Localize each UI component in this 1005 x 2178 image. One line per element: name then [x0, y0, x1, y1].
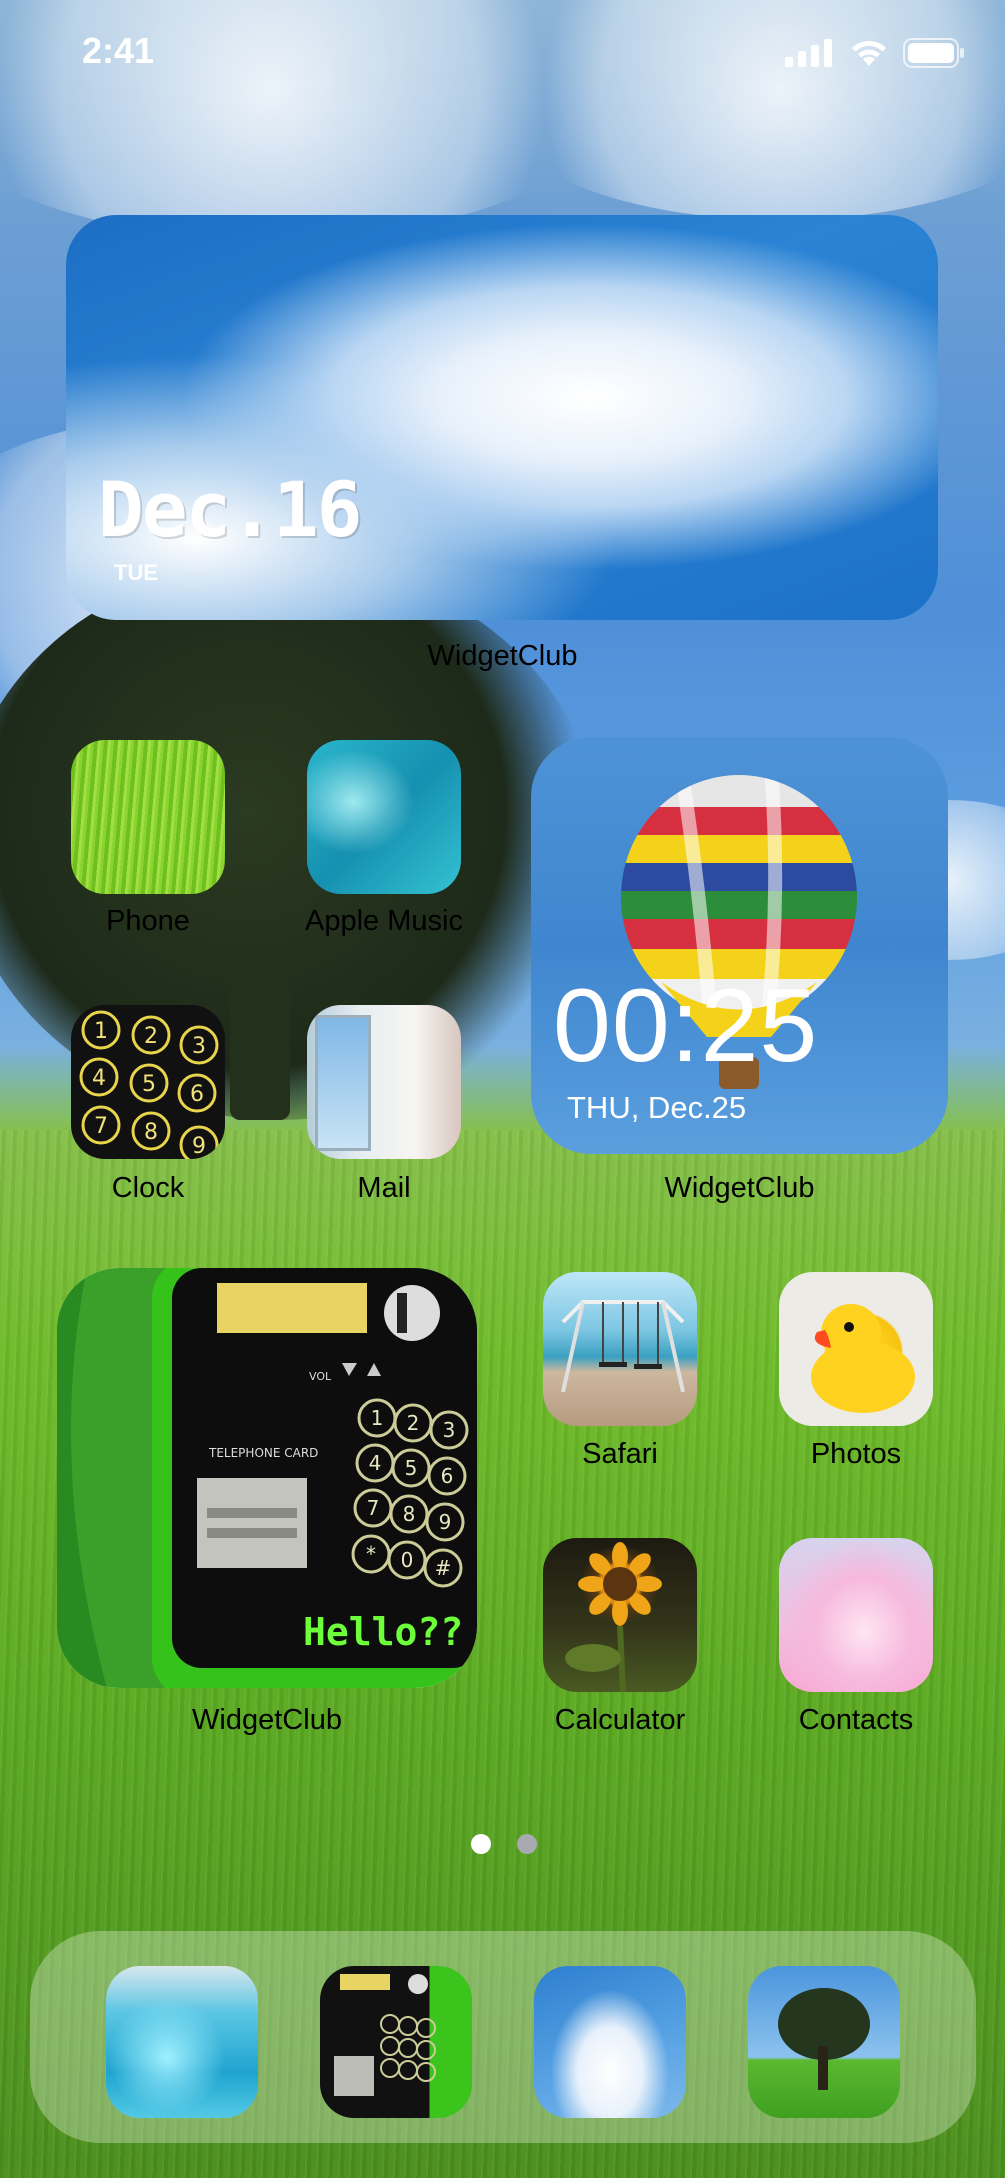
- svg-text:3: 3: [443, 1418, 456, 1442]
- dock-app-clouds[interactable]: [534, 1966, 686, 2118]
- app-contacts[interactable]: [779, 1538, 933, 1692]
- status-icons: [785, 38, 965, 68]
- svg-text:1: 1: [94, 1019, 108, 1044]
- wallpaper-tree-trunk: [230, 950, 290, 1120]
- payphone-card-text: TELEPHONE CARD: [209, 1446, 319, 1460]
- svg-text:6: 6: [441, 1464, 454, 1488]
- wifi-icon: [852, 40, 886, 66]
- home-screen: 2:41 Dec.16 TUE WidgetClub Phone Apple M…: [0, 0, 1005, 2178]
- svg-text:8: 8: [144, 1120, 158, 1145]
- app-apple-music[interactable]: [307, 740, 461, 894]
- payphone-keypad-icon: [334, 1974, 436, 2096]
- page-dot-active[interactable]: [471, 1834, 491, 1854]
- app-clock[interactable]: 1 2 3 4 5 6 7 8 9: [71, 1005, 225, 1159]
- svg-text:4: 4: [92, 1066, 106, 1091]
- dock: [30, 1931, 976, 2143]
- app-safari[interactable]: [543, 1272, 697, 1426]
- payphone-widget[interactable]: 123 456 789 * 0 # TELEPHONE CARD VOL Hello…: [57, 1268, 477, 1688]
- rubber-duck-icon: [811, 1304, 915, 1413]
- svg-text:7: 7: [94, 1114, 108, 1139]
- svg-text:0: 0: [401, 1548, 414, 1572]
- svg-text:2: 2: [144, 1024, 158, 1049]
- svg-text:9: 9: [192, 1134, 206, 1159]
- cellular-signal-icon: [785, 39, 832, 67]
- dock-app-tree[interactable]: [748, 1966, 900, 2118]
- battery-icon: [903, 38, 964, 68]
- svg-text:2: 2: [407, 1411, 420, 1435]
- app-calculator[interactable]: [543, 1538, 697, 1692]
- payphone-widget-label: WidgetClub: [192, 1704, 342, 1736]
- app-contacts-label: Contacts: [798, 1704, 914, 1736]
- widget-clock-time: 00:25: [553, 968, 819, 1084]
- date-widget-label: WidgetClub: [427, 640, 578, 672]
- page-indicator[interactable]: [471, 1834, 537, 1854]
- app-apple-music-label: Apple Music: [305, 905, 463, 937]
- svg-text:8: 8: [403, 1502, 416, 1526]
- clock-widget[interactable]: 00:25 THU, Dec.25: [531, 737, 948, 1154]
- app-photos-label: Photos: [810, 1438, 902, 1470]
- clock-widget-label: WidgetClub: [664, 1172, 815, 1204]
- widget-clock-date: THU, Dec.25: [567, 1090, 747, 1125]
- swing-set-icon: [561, 1300, 685, 1393]
- svg-text:*: *: [366, 1542, 376, 1566]
- payphone-hello-text: Hello??: [303, 1610, 464, 1654]
- app-phone[interactable]: [71, 740, 225, 894]
- svg-text:#: #: [435, 1556, 452, 1580]
- svg-text:5: 5: [405, 1456, 418, 1480]
- app-mail-label: Mail: [357, 1172, 411, 1204]
- payphone-vol-text: VOL: [309, 1370, 332, 1383]
- svg-text:7: 7: [367, 1496, 380, 1520]
- svg-text:5: 5: [142, 1072, 156, 1097]
- dock-app-pool[interactable]: [106, 1966, 258, 2118]
- svg-text:3: 3: [192, 1034, 206, 1059]
- dock-app-payphone[interactable]: [320, 1966, 472, 2118]
- sunflower-icon: [565, 1542, 662, 1692]
- tree-icon: [778, 1988, 870, 2090]
- wallpaper-cloud: [480, 0, 1005, 220]
- app-mail[interactable]: [307, 1005, 461, 1159]
- app-calculator-label: Calculator: [554, 1704, 686, 1736]
- date-widget[interactable]: Dec.16 TUE: [66, 215, 938, 620]
- svg-text:4: 4: [369, 1451, 382, 1475]
- app-clock-label: Clock: [111, 1172, 185, 1204]
- app-photos[interactable]: [779, 1272, 933, 1426]
- keypad-numbers-icon: 1 2 3 4 5 6 7 8 9: [79, 1010, 219, 1159]
- status-time: 2:41: [82, 30, 155, 71]
- widget-day-text: TUE: [114, 560, 158, 585]
- svg-text:9: 9: [439, 1510, 452, 1534]
- app-safari-label: Safari: [582, 1438, 658, 1470]
- app-phone-label: Phone: [106, 905, 190, 937]
- widget-date-text: Dec.16: [98, 465, 363, 554]
- page-dot[interactable]: [517, 1834, 537, 1854]
- window-frame-icon: [315, 1015, 371, 1151]
- svg-text:1: 1: [371, 1406, 384, 1430]
- svg-text:6: 6: [190, 1082, 204, 1107]
